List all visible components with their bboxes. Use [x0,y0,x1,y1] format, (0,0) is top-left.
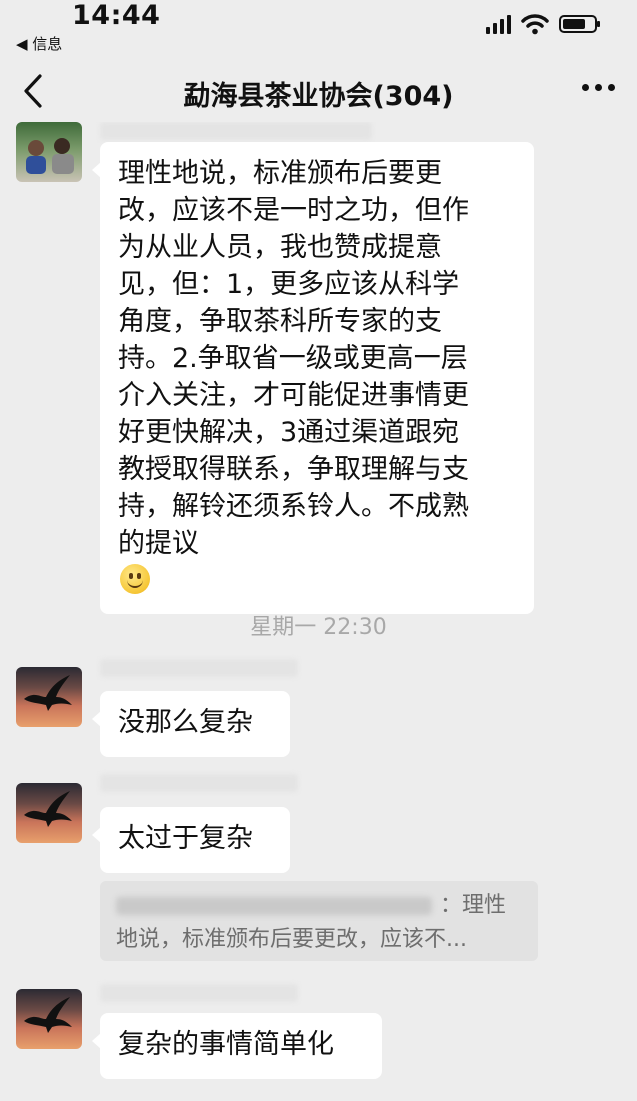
avatar[interactable] [16,989,82,1049]
battery-icon [559,15,600,33]
smile-emoji-icon [120,564,150,594]
sender-name [100,659,298,677]
message-text: 太过于复杂 [118,823,253,854]
quoted-message[interactable]: ：理性 地说，标准颁布后要更改，应该不... [100,881,538,961]
message-bubble[interactable]: 太过于复杂 [92,807,290,873]
quote-text-1: ：理性 [440,893,507,918]
chat-header: 勐海县茶业协会(304) [0,60,637,122]
signal-icon [486,14,511,34]
sender-name [100,122,372,140]
people-photo-icon [26,138,74,174]
eagle-icon [24,997,72,1033]
message-bubble[interactable]: 没那么复杂 [92,691,290,757]
message-bubble[interactable]: 复杂的事情简单化 [92,1013,382,1079]
more-icon[interactable] [582,84,615,91]
avatar[interactable] [16,667,82,727]
sender-name [100,774,298,792]
eagle-icon [24,675,72,711]
quote-line-1: ：理性 [116,889,522,923]
back-to-app-link[interactable]: ◀ 信息 [16,33,62,54]
message-bubble[interactable]: 理性地说，标准颁布后要更 改，应该不是一时之功，但作 为从业人员，我也赞成提意 … [92,142,534,614]
quote-text-2: 地说，标准颁布后要更改，应该不... [116,927,467,952]
message-text: 理性地说，标准颁布后要更 改，应该不是一时之功，但作 为从业人员，我也赞成提意 … [118,158,469,559]
status-bar: 14:44 ◀ 信息 [0,0,637,60]
message-text: 没那么复杂 [118,707,253,738]
avatar[interactable] [16,783,82,843]
wifi-icon [521,14,549,35]
sender-name [100,984,298,1002]
quote-sender-blur [116,897,432,915]
timestamp: 星期一 22:30 [250,615,387,640]
status-icons [486,10,600,38]
message-list[interactable]: 理性地说，标准颁布后要更 改，应该不是一时之功，但作 为从业人员，我也赞成提意 … [0,122,637,1101]
status-time: 14:44 [72,0,161,31]
message-text: 复杂的事情简单化 [118,1029,334,1060]
avatar[interactable] [16,122,82,182]
eagle-icon [24,791,72,827]
chat-title: 勐海县茶业协会(304) [183,81,454,112]
